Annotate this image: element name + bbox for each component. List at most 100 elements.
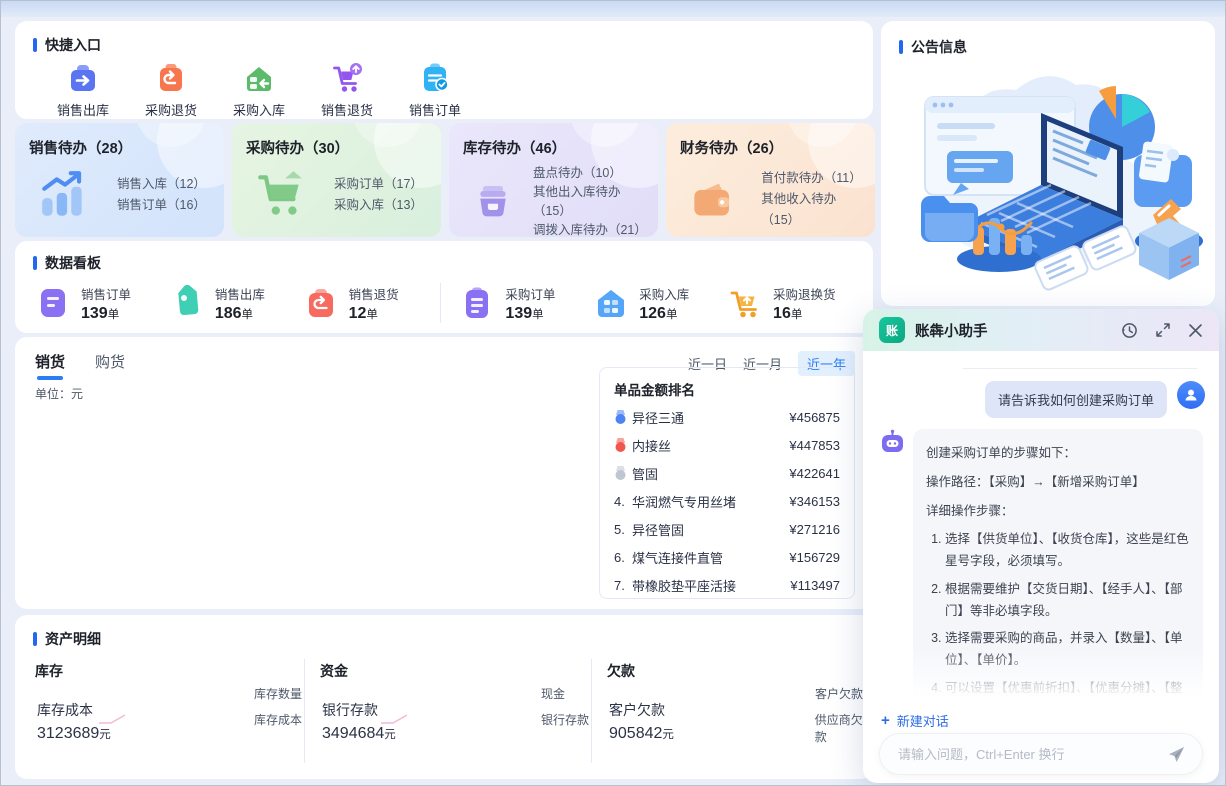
- todo-card-title: 财务待办（26）: [680, 137, 861, 158]
- assistant-title: 账犇小助手: [915, 320, 988, 341]
- donut-inventory: [118, 681, 204, 767]
- quick-item-label: 销售订单: [409, 100, 461, 119]
- stat-purchase-exchange[interactable]: 采购退换货 16单: [727, 284, 855, 323]
- todo-card-title: 采购待办（30）: [246, 137, 427, 158]
- todo-item[interactable]: 销售入库（12）: [117, 174, 206, 195]
- robot-icon: [879, 429, 906, 456]
- bar-chart-icon: [37, 168, 91, 222]
- todo-item[interactable]: 其他出入库待办（15）: [533, 183, 644, 221]
- bot-steps: 选择【供货单位】、【收货仓库】，这些是红色星号字段，必须填写。 根据需要维护【交…: [926, 529, 1190, 701]
- todo-item[interactable]: 盘点待办（10）: [533, 164, 644, 183]
- tag-icon: [169, 285, 205, 321]
- bot-path: 操作路径：【采购】→【新增采购订单】: [926, 472, 1190, 494]
- history-divider: [963, 368, 1197, 369]
- todo-card-sales[interactable]: 销售待办（28） 销售入库（12） 销售订单（16）: [15, 123, 224, 237]
- data-board-card: 数据看板 销售订单 139单 销售出库 186单: [15, 241, 873, 333]
- medal-icon: [614, 410, 627, 425]
- data-board-title-text: 数据看板: [45, 253, 101, 273]
- tab-sales[interactable]: 销货: [35, 351, 65, 380]
- title-accent-bar: [33, 632, 37, 646]
- user-message: 请告诉我如何创建采购订单: [985, 381, 1167, 418]
- person-icon: [1183, 387, 1199, 403]
- legend-debts: 客户欠款 供应商欠款: [797, 685, 873, 754]
- quick-item-sales-order[interactable]: 销售订单: [391, 61, 479, 119]
- quick-entry-title-text: 快捷入口: [45, 35, 101, 55]
- house-arrow-in-icon: [242, 61, 276, 95]
- donut-debts: [676, 681, 762, 767]
- ranking-panel: 单品金额排名 异径三通 ¥456875 内接丝 ¥447853: [599, 367, 855, 599]
- title-accent-bar: [33, 38, 37, 52]
- section-divider: [304, 659, 305, 763]
- chat-input[interactable]: [898, 747, 1167, 762]
- announcement-title-text: 公告信息: [911, 37, 967, 57]
- cart-up-icon: [727, 285, 763, 321]
- bag-return-icon: [303, 285, 339, 321]
- legend-inventory: 库存数量 库存成本: [236, 685, 302, 737]
- medal-icon: [614, 466, 627, 481]
- quick-item-sales-return[interactable]: 销售退货: [303, 61, 391, 119]
- title-accent-bar: [33, 256, 37, 270]
- announcement-title: 公告信息: [899, 37, 967, 57]
- stat-purchase-inbound[interactable]: 采购入库 126单: [593, 284, 727, 323]
- legend-funds: 现金 银行存款: [523, 685, 589, 737]
- stat-sales-outbound[interactable]: 销售出库 186单: [169, 284, 303, 323]
- ranking-row[interactable]: 5. 异径管固 ¥271216: [614, 515, 840, 543]
- clipboard-icon: [459, 285, 495, 321]
- quick-item-label: 销售退货: [321, 100, 373, 119]
- todo-card-inventory[interactable]: 库存待办（46） 盘点待办（10） 其他出入库待办（15） 调拨入库待办（21）: [449, 123, 658, 237]
- user-avatar: [1177, 381, 1205, 409]
- ranking-row[interactable]: 异径三通 ¥456875: [614, 403, 840, 431]
- section-divider: [591, 659, 592, 763]
- todo-item[interactable]: 首付款待办（11）: [761, 168, 861, 189]
- close-icon[interactable]: [1188, 323, 1203, 338]
- cart-icon: [254, 168, 308, 222]
- assistant-panel: 账 账犇小助手 请告诉我如何创建采购订单: [863, 309, 1219, 783]
- todo-item[interactable]: 其他收入待办（15）: [761, 189, 861, 231]
- ranking-row[interactable]: 7. 带橡胶垫平座活接 ¥113497: [614, 571, 840, 599]
- todo-card-finance[interactable]: 财务待办（26） 首付款待办（11） 其他收入待办（15）: [666, 123, 875, 237]
- send-icon[interactable]: [1167, 745, 1186, 764]
- medal-icon: [614, 438, 627, 453]
- trend-tabs: 销货 购货: [35, 351, 125, 380]
- history-icon[interactable]: [1121, 322, 1138, 339]
- stat-purchase-order[interactable]: 采购订单 139单: [459, 284, 593, 323]
- document-icon: [35, 285, 71, 321]
- quick-item-purchase-inbound[interactable]: 采购入库: [215, 61, 303, 119]
- bot-message: 创建采购订单的步骤如下： 操作路径：【采购】→【新增采购订单】 详细操作步骤： …: [913, 429, 1203, 701]
- bot-step: 根据需要维护【交货日期】、【经手人】、【部门】等非必填字段。: [945, 579, 1190, 623]
- todo-card-purchase[interactable]: 采购待办（30） 采购订单（17） 采购入库（13）: [232, 123, 441, 237]
- quick-item-label: 采购退货: [145, 100, 197, 119]
- tab-purchase[interactable]: 购货: [95, 351, 125, 380]
- todo-card-title: 销售待办（28）: [29, 137, 210, 158]
- bot-intro: 创建采购订单的步骤如下：: [926, 443, 1190, 465]
- todo-item[interactable]: 销售订单（16）: [117, 195, 206, 216]
- asset-callout: 客户欠款 905842元: [609, 699, 674, 747]
- quick-item-purchase-return[interactable]: 采购退货: [127, 61, 215, 119]
- dashboard-page: 快捷入口 销售出库 采购退货: [0, 0, 1226, 786]
- stats-divider: [440, 283, 441, 323]
- plus-icon: +: [881, 712, 890, 729]
- quick-item-label: 采购入库: [233, 100, 285, 119]
- ranking-row[interactable]: 6. 煤气连接件直管 ¥156729: [614, 543, 840, 571]
- todo-item[interactable]: 采购订单（17）: [334, 174, 423, 195]
- ranking-row[interactable]: 4. 华润燃气专用丝堵 ¥346153: [614, 487, 840, 515]
- donut-funds: [401, 681, 487, 767]
- assets-card: 资产明细 库存 库存成本 3123689元 库存数量 库存成本 资金 银行存款 …: [15, 615, 873, 779]
- quick-item-sales-outbound[interactable]: 销售出库: [39, 61, 127, 119]
- ranking-row[interactable]: 内接丝 ¥447853: [614, 431, 840, 459]
- stat-sales-return[interactable]: 销售退货 12单: [303, 284, 437, 323]
- cart-arrow-up-icon: [330, 61, 364, 95]
- asset-section-title: 欠款: [607, 661, 635, 681]
- expand-icon[interactable]: [1155, 322, 1171, 338]
- assets-title: 资产明细: [33, 629, 101, 649]
- quick-entry-card: 快捷入口 销售出库 采购退货: [15, 21, 873, 119]
- todo-item[interactable]: 调拨入库待办（21）: [533, 221, 644, 237]
- stat-sales-order[interactable]: 销售订单 139单: [35, 284, 169, 323]
- assistant-header: 账 账犇小助手: [863, 309, 1219, 351]
- ranking-row[interactable]: 管固 ¥422641: [614, 459, 840, 487]
- todo-item[interactable]: 采购入库（13）: [334, 195, 423, 216]
- bag-arrow-out-icon: [66, 61, 100, 95]
- title-accent-bar: [899, 40, 903, 54]
- new-chat-button[interactable]: + 新建对话: [881, 711, 949, 730]
- bot-step: 可以设置【优惠前折扣】、【优惠分摊】、【整单折扣】来对订单进行优惠。: [945, 678, 1190, 701]
